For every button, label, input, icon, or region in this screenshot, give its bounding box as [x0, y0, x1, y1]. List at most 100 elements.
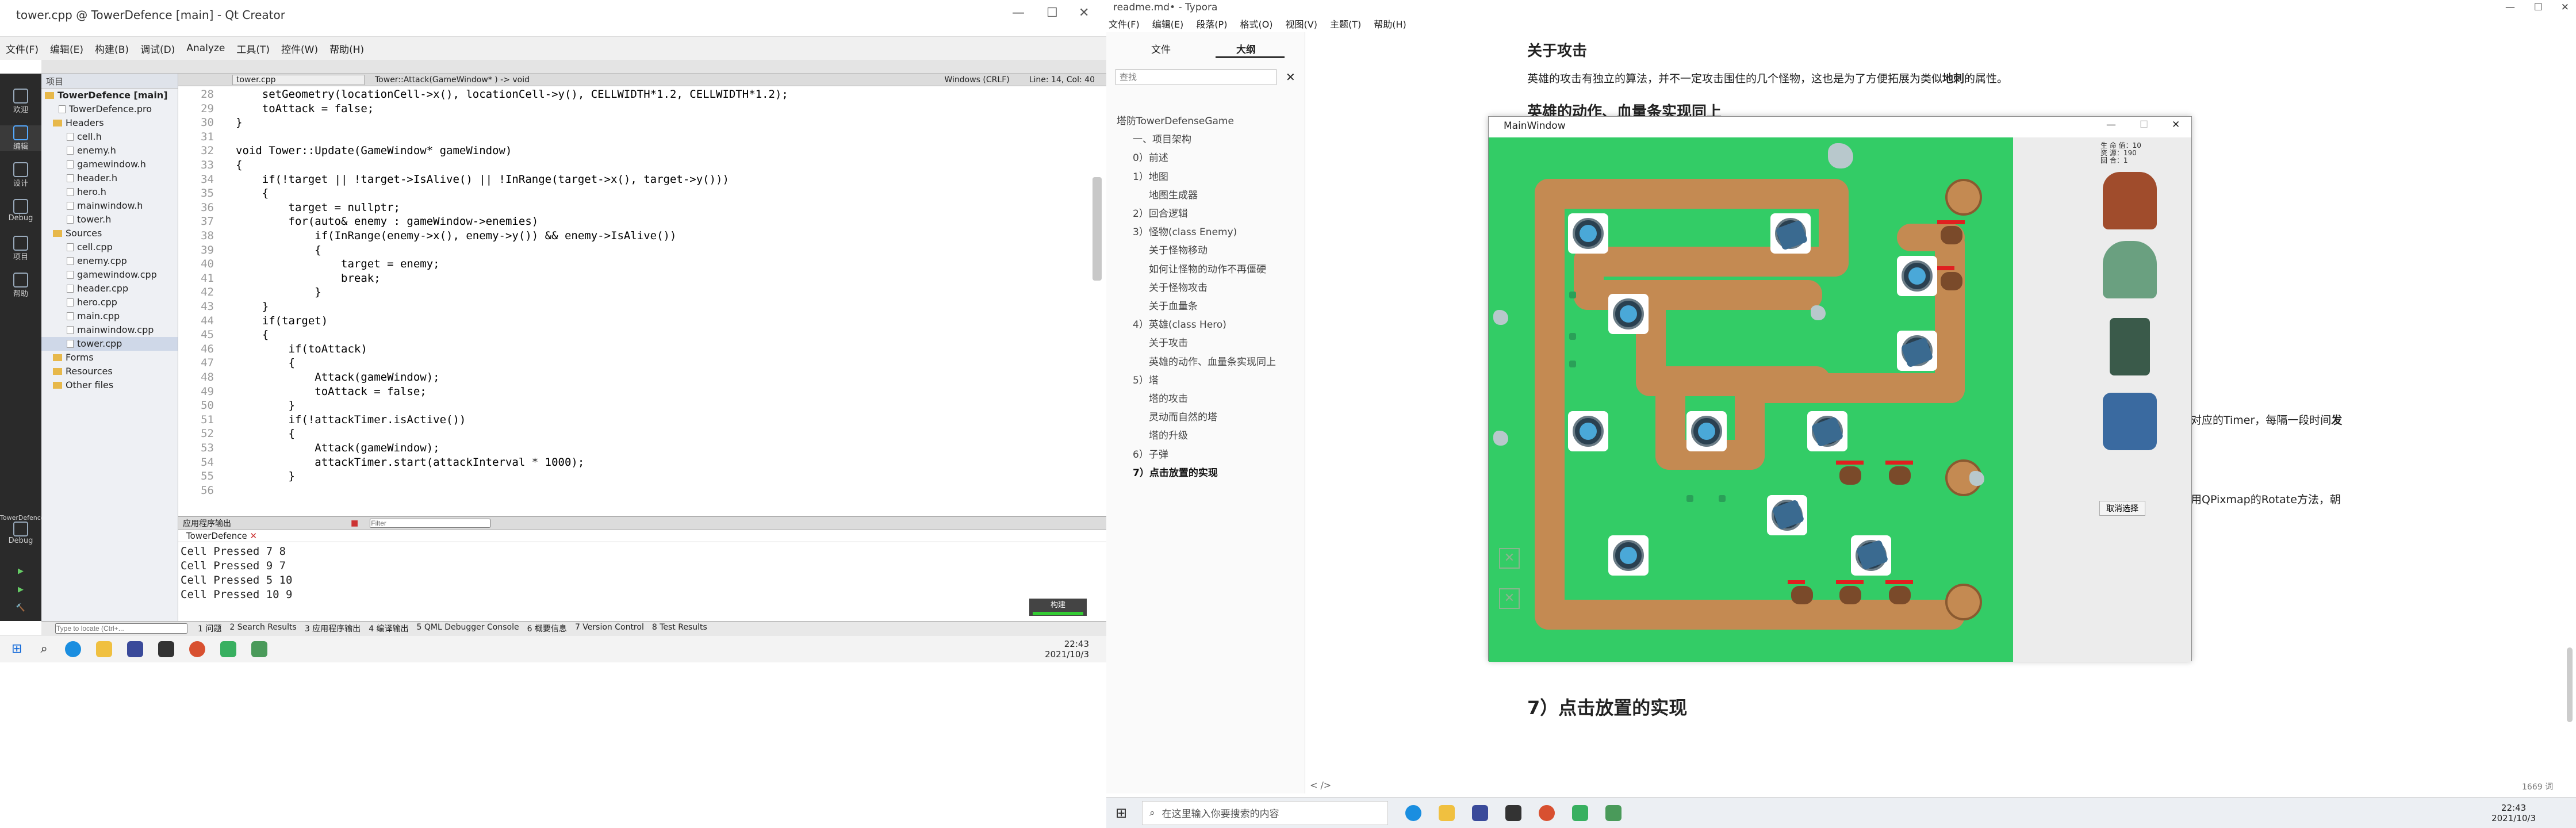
code-line[interactable]: toAttack = false; — [236, 385, 426, 399]
tree-file[interactable]: TowerDefence [main] — [41, 89, 178, 102]
menu-help[interactable]: 帮助(H) — [329, 41, 364, 56]
code-line[interactable]: target = nullptr; — [236, 201, 400, 215]
code-line[interactable]: } — [236, 116, 242, 130]
outline-item[interactable]: 地图生成器 — [1149, 187, 1198, 201]
cancel-selection-button[interactable]: 取消选择 — [2099, 501, 2145, 516]
tree-file[interactable]: cell.cpp — [41, 240, 178, 254]
windows-start-icon[interactable]: ⊞ — [12, 642, 22, 656]
code-line[interactable]: if(!attackTimer.isActive()) — [236, 413, 466, 427]
outline-item[interactable]: 关于血量条 — [1149, 298, 1198, 312]
output-tab[interactable]: TowerDefence ✕ — [178, 530, 1106, 542]
outline-item[interactable]: 英雄的动作、血量条实现同上 — [1149, 354, 1276, 368]
outline-item[interactable]: 关于怪物攻击 — [1149, 279, 1208, 294]
game-map[interactable]: ✕ ✕ — [1489, 137, 2013, 662]
typora-maximize-icon[interactable]: ☐ — [2534, 2, 2543, 13]
menu-widgets[interactable]: 控件(W) — [281, 41, 318, 56]
mode-projects[interactable]: 项目 — [0, 236, 41, 262]
hero-card-cowboy[interactable] — [2103, 172, 2157, 229]
file-selector[interactable]: tower.cpp — [232, 74, 365, 85]
menu-edit[interactable]: 编辑(E) — [50, 41, 83, 56]
code-line[interactable]: for(auto& enemy : gameWindow->enemies) — [236, 214, 539, 229]
tree-file[interactable]: hero.cpp — [41, 296, 178, 309]
outline-item[interactable]: 0）前述 — [1133, 150, 1168, 164]
status-tab[interactable]: 4 编译输出 — [369, 623, 408, 634]
status-tab[interactable]: 3 应用程序输出 — [305, 623, 361, 634]
status-tab[interactable]: 7 Version Control — [575, 623, 644, 634]
word-count[interactable]: 1669 词 — [2522, 781, 2553, 792]
tree-file[interactable]: mainwindow.h — [41, 199, 178, 213]
mode-welcome[interactable]: 欢迎 — [0, 89, 41, 114]
game-maximize-icon[interactable]: ☐ — [2140, 119, 2148, 131]
code-line[interactable]: if(target) — [236, 314, 328, 328]
hero-card-scientist[interactable] — [2103, 241, 2157, 298]
ty-menu-edit[interactable]: 编辑(E) — [1152, 17, 1184, 30]
stop-icon[interactable]: ■ — [351, 519, 358, 528]
tree-file[interactable]: main.cpp — [41, 309, 178, 323]
kit-selector[interactable]: TowerDefence Debug — [0, 514, 45, 545]
tree-folder[interactable]: Sources — [41, 227, 178, 240]
typora-icon[interactable] — [1505, 804, 1522, 821]
status-tab[interactable]: 5 QML Debugger Console — [417, 623, 519, 634]
code-line[interactable]: setGeometry(locationCell->x(), locationC… — [236, 87, 788, 102]
code-line[interactable]: break; — [236, 271, 381, 286]
menu-build[interactable]: 构建(B) — [95, 41, 129, 56]
status-tab[interactable]: 8 Test Results — [652, 623, 707, 634]
edge-icon[interactable] — [64, 641, 81, 657]
code-line[interactable]: if(toAttack) — [236, 342, 367, 356]
qtcreator-icon[interactable] — [251, 641, 267, 657]
tree-file[interactable]: gamewindow.h — [41, 158, 178, 171]
tree-file[interactable]: TowerDefence.pro — [41, 102, 178, 116]
code-editor[interactable]: tower.cpp Tower::Attack(GameWindow* ) ->… — [178, 74, 1106, 516]
app2-icon[interactable] — [1539, 804, 1555, 821]
tower[interactable] — [1767, 495, 1807, 535]
tower-base[interactable] — [1568, 213, 1608, 254]
menu-tools[interactable]: 工具(T) — [236, 41, 270, 56]
mode-debug[interactable]: Debug — [0, 199, 41, 223]
game-minimize-icon[interactable]: — — [2106, 119, 2116, 131]
tower[interactable] — [1770, 213, 1811, 254]
app-icon[interactable] — [1472, 804, 1489, 821]
code-line[interactable]: if(InRange(enemy->x(), enemy->y()) && en… — [236, 229, 676, 243]
code-line[interactable]: } — [236, 300, 269, 314]
folder-icon[interactable] — [95, 641, 112, 657]
outline-item[interactable]: 灵动而自然的塔 — [1149, 409, 1217, 423]
typora-close-icon[interactable]: ✕ — [2561, 2, 2569, 13]
code-line[interactable]: { — [236, 356, 295, 370]
outline-item[interactable]: 关于攻击 — [1149, 335, 1188, 349]
ty-menu-paragraph[interactable]: 段落(P) — [1196, 17, 1227, 30]
encoding-label[interactable]: Windows (CRLF) — [936, 75, 1017, 85]
tower-base[interactable] — [1608, 535, 1649, 576]
tree-file[interactable]: enemy.cpp — [41, 254, 178, 268]
status-tab[interactable]: 1 问题 — [198, 623, 221, 634]
code-line[interactable]: if(!target || !target->IsAlive() || !InR… — [236, 172, 729, 187]
run-button[interactable]: ▶ — [0, 567, 41, 576]
wechat-icon[interactable] — [220, 641, 236, 657]
outline-item[interactable]: 2）回合逻辑 — [1133, 205, 1188, 220]
tab-files[interactable]: 文件 — [1151, 41, 1171, 56]
folder-icon[interactable] — [1439, 804, 1455, 821]
tree-file[interactable]: header.cpp — [41, 282, 178, 296]
build-button[interactable]: 🔨 — [0, 604, 41, 612]
tower[interactable] — [1807, 411, 1847, 451]
menu-file[interactable]: 文件(F) — [6, 41, 39, 56]
code-line[interactable]: { — [236, 186, 269, 201]
code-line[interactable]: { — [236, 158, 242, 172]
ty-menu-format[interactable]: 格式(O) — [1240, 17, 1272, 30]
outline-item[interactable]: 塔的攻击 — [1149, 390, 1188, 405]
tree-file[interactable]: cell.h — [41, 130, 178, 144]
outline-item[interactable]: 1）地图 — [1133, 168, 1168, 183]
outline-item[interactable]: 4）英雄(class Hero) — [1133, 316, 1226, 331]
tower-base[interactable] — [1568, 411, 1608, 451]
outline-item[interactable]: 塔的升级 — [1149, 427, 1188, 442]
status-tab[interactable]: 2 Search Results — [229, 623, 296, 634]
ty-menu-theme[interactable]: 主题(T) — [1330, 17, 1361, 30]
tree-file[interactable]: hero.h — [41, 185, 178, 199]
debug-run-button[interactable]: ▶ — [0, 585, 41, 594]
code-area[interactable]: 28 setGeometry(locationCell->x(), locati… — [178, 87, 1087, 513]
tower-base[interactable] — [1608, 294, 1649, 334]
outline-item[interactable]: 7）点击放置的实现 — [1133, 465, 1218, 479]
tree-folder[interactable]: Resources — [41, 365, 178, 378]
code-line[interactable]: } — [236, 398, 295, 413]
typora-icon[interactable] — [158, 641, 174, 657]
locator-input[interactable] — [55, 623, 187, 634]
